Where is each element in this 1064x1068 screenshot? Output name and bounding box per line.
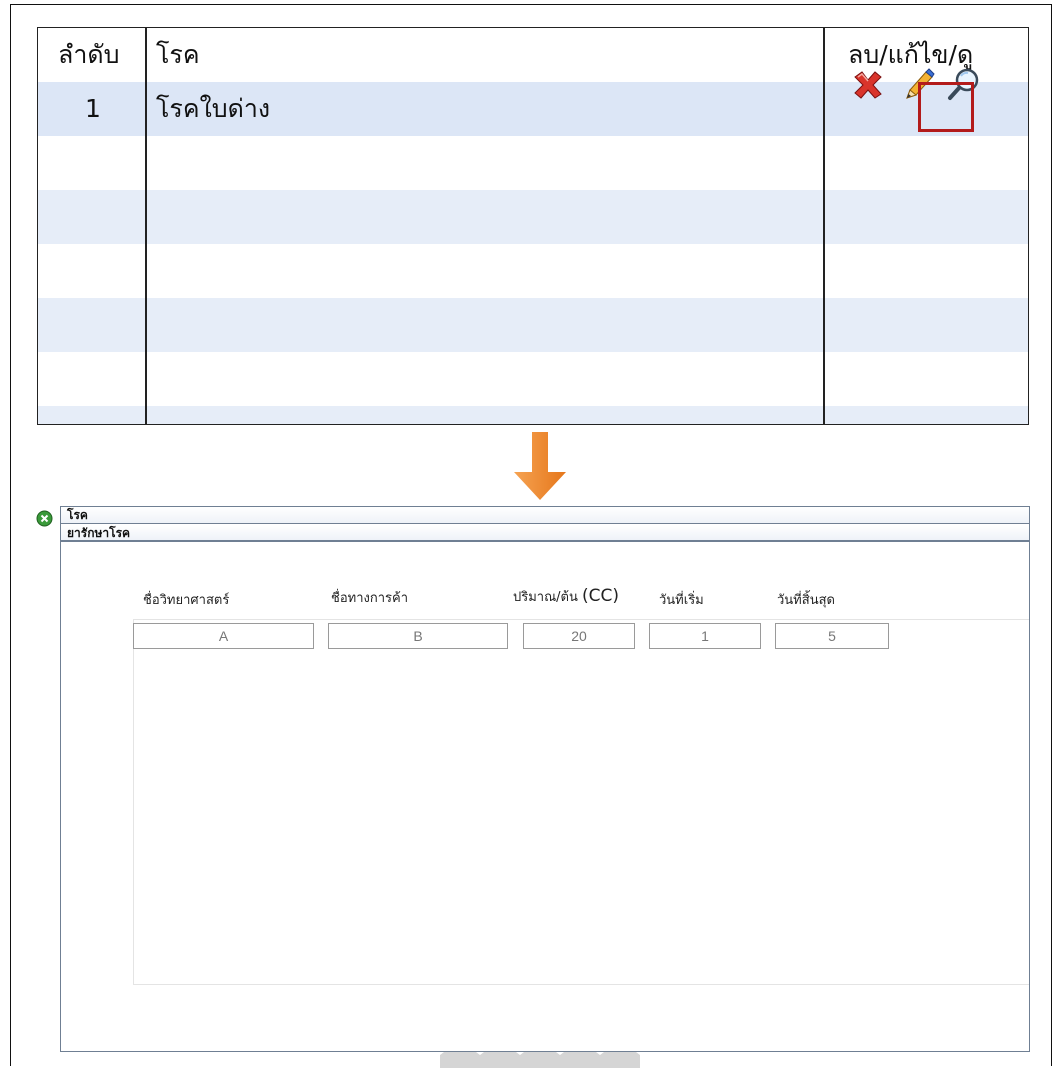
end-date-field[interactable]: 5 <box>775 623 889 649</box>
label-amount: ปริมาณ/ต้น (CC) <box>513 586 619 607</box>
table-row-empty <box>38 190 1028 244</box>
label-end-date: วันที่สิ้นสุด <box>777 593 835 608</box>
row-index: 1 <box>85 94 101 123</box>
trade-name-field[interactable]: B <box>328 623 508 649</box>
amount-field[interactable]: 20 <box>523 623 635 649</box>
header-index: ลำดับ <box>58 40 120 69</box>
scientific-name-field[interactable]: A <box>133 623 314 649</box>
table-row-empty <box>38 136 1028 190</box>
down-arrow-icon <box>510 432 570 502</box>
label-amount-unit: (CC) <box>582 586 620 606</box>
delete-icon[interactable] <box>848 63 888 107</box>
header-disease: โรค <box>156 40 200 69</box>
start-date-field[interactable]: 1 <box>649 623 761 649</box>
status-icon[interactable] <box>36 510 53 527</box>
column-divider <box>823 28 825 424</box>
row-disease-name: โรคใบด่าง <box>156 94 271 123</box>
table-row-empty <box>38 352 1028 406</box>
label-scientific-name: ชื่อวิทยาศาสตร์ <box>143 593 230 608</box>
panel-title: โรค <box>61 507 1029 524</box>
column-divider <box>145 28 147 424</box>
table-row-empty <box>38 406 1028 424</box>
panel-section-title: ยารักษาโรค <box>61 525 1029 542</box>
table-row-empty <box>38 244 1028 298</box>
label-amount-text: ปริมาณ/ต้น <box>513 590 578 605</box>
disease-detail-panel: โรค ยารักษาโรค ชื่อวิทยาศาสตร์ ชื่อทางกา… <box>60 506 1030 1052</box>
medicine-form-area <box>133 619 1029 985</box>
view-highlight-box <box>918 82 974 132</box>
label-start-date: วันที่เริ่ม <box>659 593 704 608</box>
label-trade-name: ชื่อทางการค้า <box>331 591 408 606</box>
table-row-empty <box>38 298 1028 352</box>
